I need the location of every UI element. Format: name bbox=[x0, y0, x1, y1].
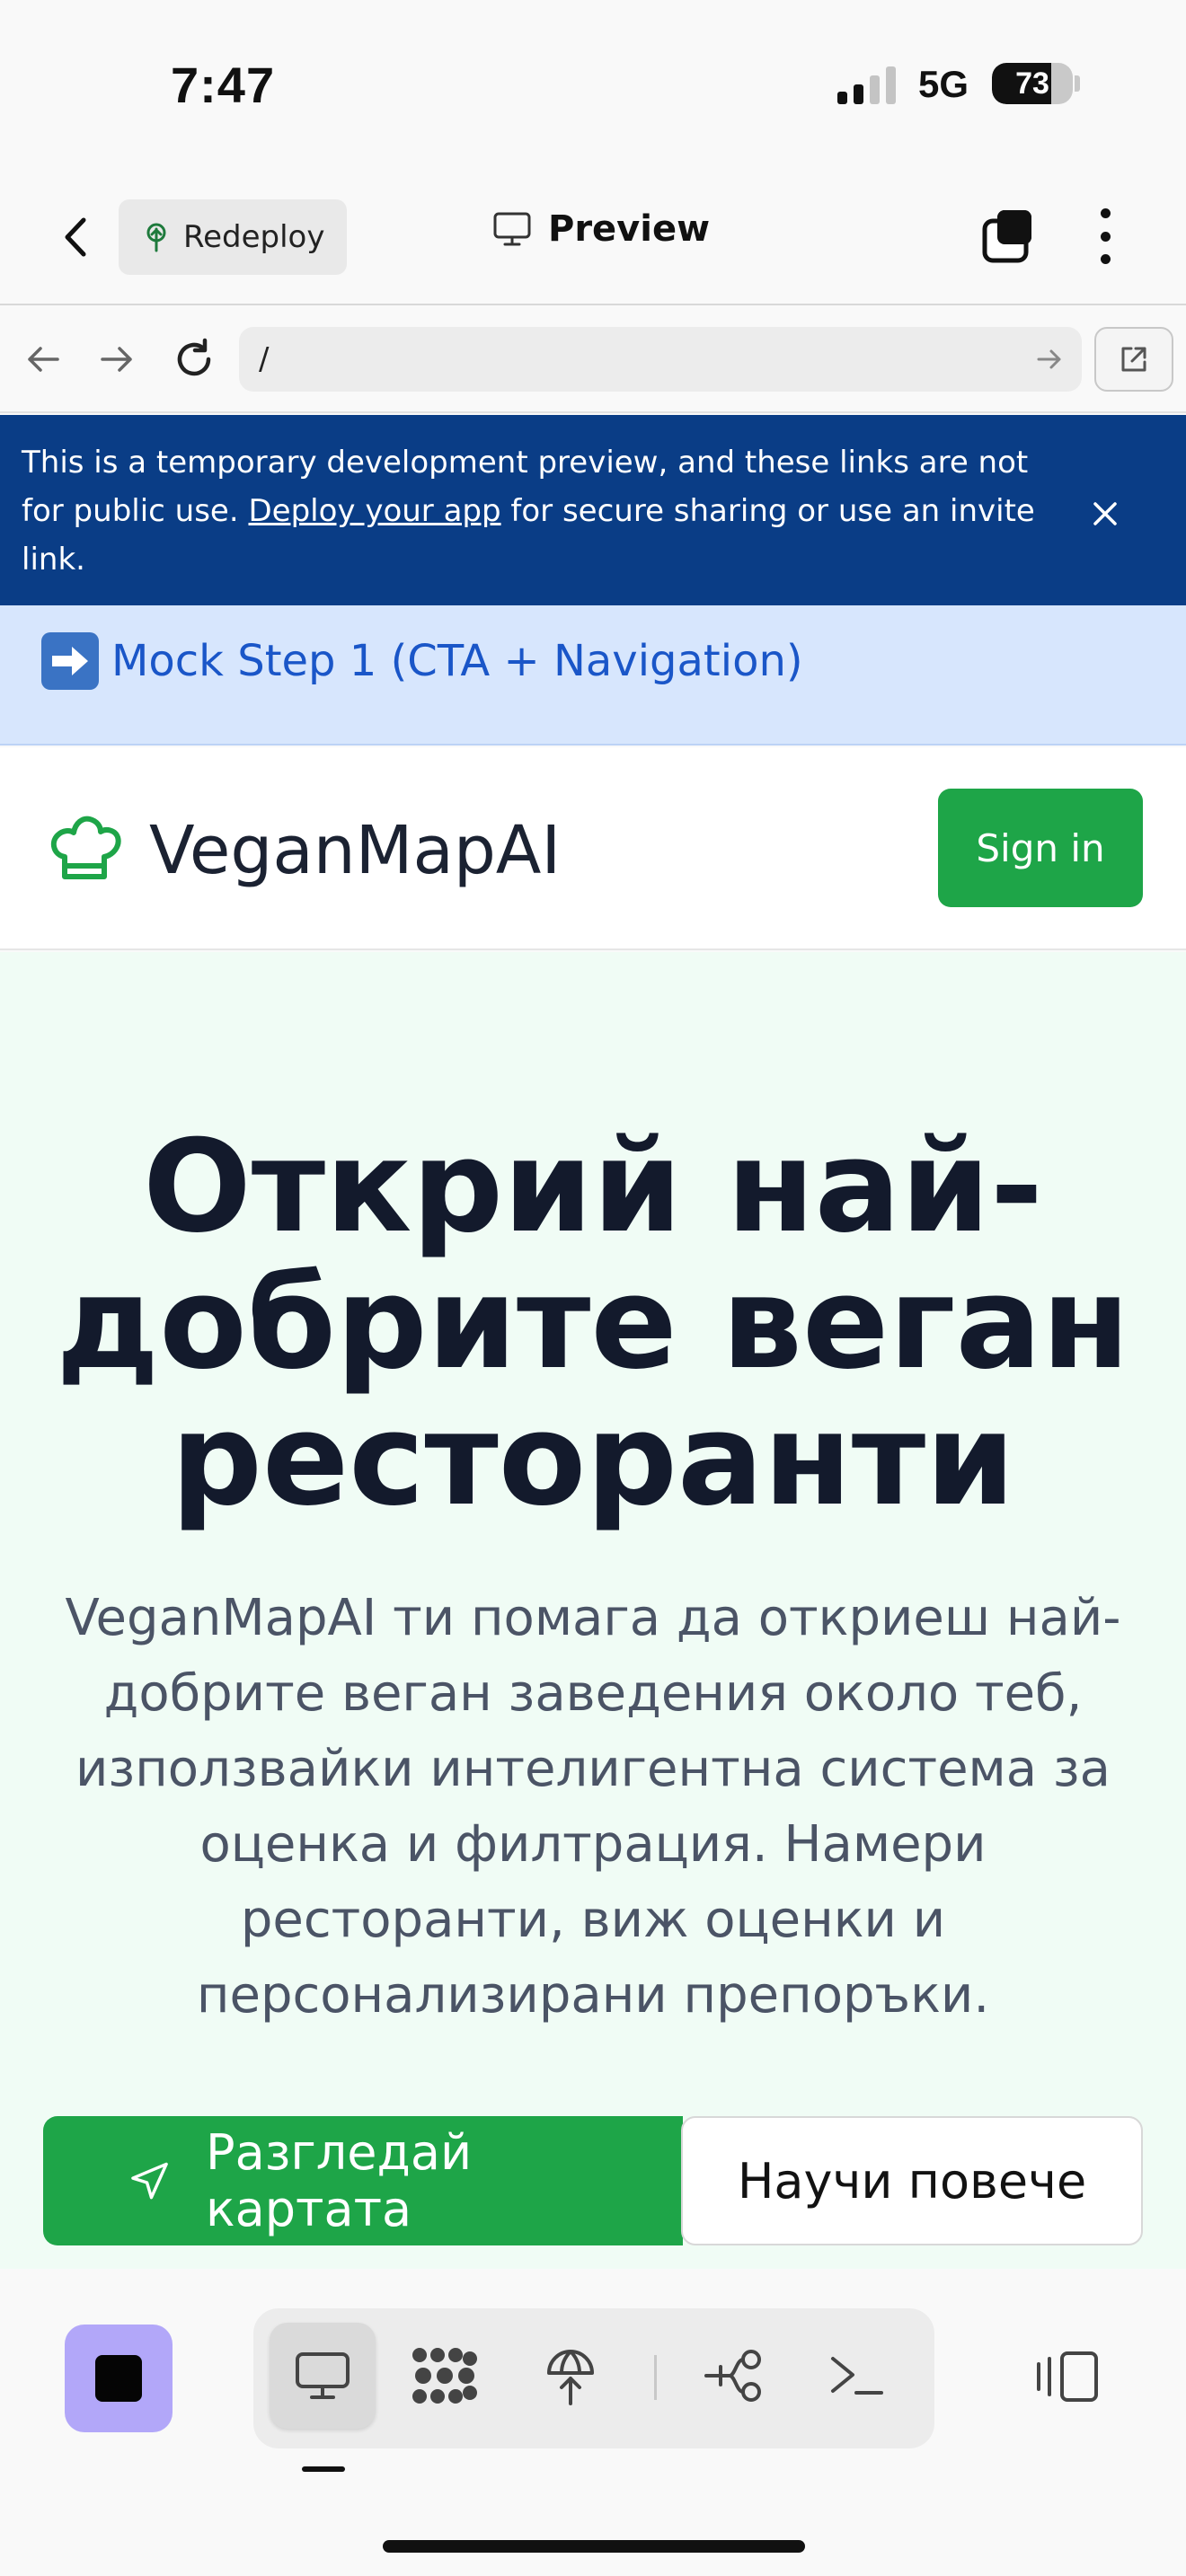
split-panel-icon bbox=[1037, 2351, 1098, 2402]
app-header: Redeploy Preview bbox=[0, 171, 1186, 305]
browser-forward-button[interactable] bbox=[92, 334, 142, 384]
back-button[interactable] bbox=[47, 208, 104, 266]
preview-icon bbox=[296, 2352, 350, 2399]
tool-preview[interactable] bbox=[270, 2323, 376, 2429]
chef-hat-icon[interactable] bbox=[47, 810, 122, 886]
workspace-icon bbox=[412, 2348, 477, 2404]
mock-step-bar[interactable]: Mock Step 1 (CTA + Navigation) bbox=[0, 605, 1186, 745]
network-type: 5G bbox=[918, 63, 969, 105]
redeploy-button[interactable]: Redeploy bbox=[119, 199, 347, 275]
hero-title-line: Открий най- bbox=[143, 1113, 1043, 1261]
status-bar: 7:47 5G 73 bbox=[0, 0, 1186, 171]
bottom-toolbar bbox=[0, 2269, 1186, 2576]
git-icon bbox=[704, 2350, 761, 2402]
tool-group bbox=[253, 2308, 934, 2448]
mock-step-label: Mock Step 1 (CTA + Navigation) bbox=[111, 636, 803, 686]
banner-close-button[interactable] bbox=[1082, 490, 1128, 537]
browser-toolbar: / bbox=[0, 307, 1186, 413]
deploy-app-link[interactable]: Deploy your app bbox=[248, 493, 500, 529]
preview-label: Preview bbox=[548, 208, 711, 250]
stop-icon bbox=[95, 2355, 142, 2402]
hero-description: VeganMapAI ти помага да откриеш най- доб… bbox=[54, 1581, 1132, 2033]
battery-icon: 73 bbox=[992, 63, 1073, 104]
arrow-right-icon bbox=[101, 347, 132, 372]
tool-deploy[interactable] bbox=[518, 2323, 624, 2429]
sign-in-button[interactable]: Sign in bbox=[938, 789, 1143, 907]
deploy-icon bbox=[547, 2350, 594, 2405]
brand-name[interactable]: VeganMapAI bbox=[149, 812, 561, 889]
explore-map-label: Разгледай картата bbox=[206, 2124, 473, 2237]
reload-icon bbox=[177, 338, 211, 376]
site-navbar: VeganMapAI Sign in bbox=[0, 747, 1186, 950]
battery-nub bbox=[1075, 75, 1080, 92]
hero-description-line: оценка и филтрация. Намери bbox=[199, 1815, 987, 1874]
url-input[interactable]: / bbox=[239, 327, 1082, 392]
hero-title-line: ресторанти bbox=[171, 1386, 1015, 1534]
hero-description-line: персонализирани препоръки. bbox=[196, 1966, 990, 2025]
external-link-icon bbox=[1121, 347, 1146, 372]
hero-description-line: ресторанти, виж оценки и bbox=[240, 1891, 946, 1949]
stop-button[interactable] bbox=[65, 2325, 173, 2432]
arrow-left-icon bbox=[28, 347, 59, 372]
learn-more-button[interactable]: Научи повече bbox=[681, 2116, 1143, 2245]
chevron-left-icon bbox=[65, 217, 86, 257]
tool-separator bbox=[654, 2355, 657, 2400]
tool-git[interactable] bbox=[681, 2323, 787, 2429]
signal-icon bbox=[837, 65, 896, 104]
explore-map-button[interactable]: Разгледай картата bbox=[43, 2116, 683, 2245]
tool-shell[interactable] bbox=[803, 2323, 909, 2429]
status-time: 7:47 bbox=[171, 57, 276, 113]
url-text: / bbox=[259, 341, 270, 377]
redeploy-icon bbox=[146, 223, 166, 252]
shell-icon bbox=[831, 2357, 883, 2395]
navigation-arrow-icon bbox=[131, 2162, 168, 2200]
battery-percent: 73 bbox=[1015, 66, 1049, 101]
panel-toggle-button[interactable] bbox=[1031, 2332, 1103, 2422]
browser-back-button[interactable] bbox=[18, 334, 68, 384]
hero-title-line: добрите веган bbox=[56, 1249, 1130, 1398]
close-icon bbox=[1093, 502, 1117, 525]
preview-title: Preview bbox=[492, 208, 710, 250]
hero-description-line: използвайки интелигентна система за bbox=[75, 1740, 1111, 1798]
hero-title: Открий най- добрите веган ресторанти bbox=[0, 1119, 1186, 1529]
arrow-right-emoji-icon bbox=[41, 632, 99, 690]
hero-description-line: VeganMapAI ти помага да откриеш най- bbox=[65, 1589, 1121, 1647]
tabs-icon bbox=[982, 210, 1031, 263]
more-vertical-icon bbox=[1100, 208, 1111, 218]
go-arrow-icon[interactable] bbox=[1033, 343, 1066, 375]
hero-section: Открий най- добрите веган ресторанти Veg… bbox=[0, 952, 1186, 2269]
open-external-button[interactable] bbox=[1094, 327, 1173, 392]
dev-preview-banner: This is a temporary development preview,… bbox=[0, 415, 1186, 605]
redeploy-label: Redeploy bbox=[183, 219, 325, 255]
home-indicator bbox=[383, 2540, 805, 2553]
hero-description-line: добрите веган заведения около теб, bbox=[103, 1664, 1083, 1723]
monitor-icon bbox=[493, 212, 531, 246]
tool-workspace[interactable] bbox=[392, 2323, 498, 2429]
more-menu-button[interactable] bbox=[1087, 205, 1123, 268]
active-tool-indicator bbox=[302, 2466, 345, 2472]
tabs-button[interactable] bbox=[978, 205, 1039, 266]
reload-button[interactable] bbox=[169, 334, 219, 384]
